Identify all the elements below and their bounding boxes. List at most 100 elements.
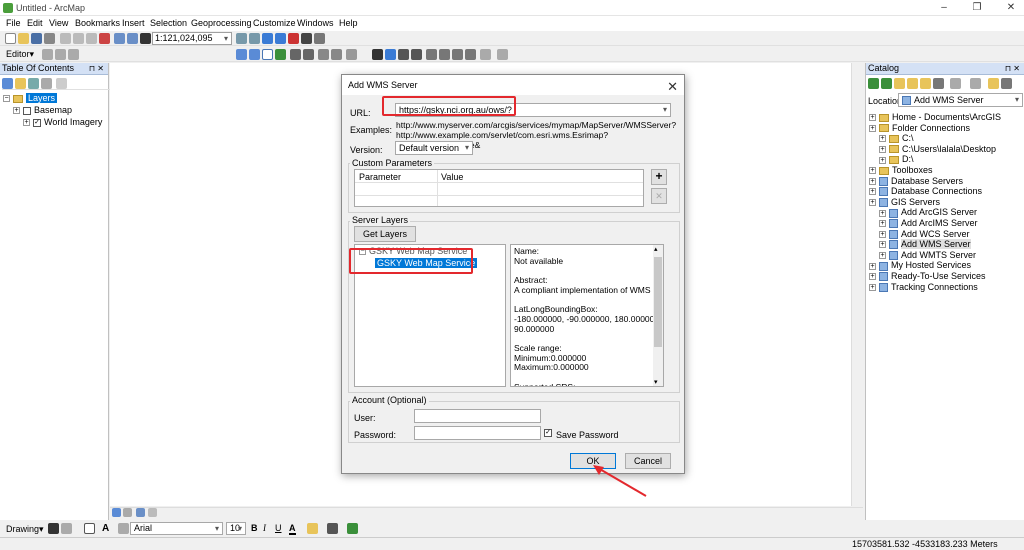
version-combo[interactable]: Default version ▾ (395, 141, 473, 155)
fill-color-icon[interactable] (307, 523, 318, 534)
catalog-tree-icon[interactable] (1001, 78, 1012, 89)
editor-menu[interactable]: Editor▾ (6, 49, 34, 60)
straight-segment-icon[interactable] (68, 49, 79, 60)
expand-icon[interactable]: + (23, 119, 30, 127)
catalog-item[interactable]: + Add ArcGIS Server (879, 207, 977, 218)
forward-extent-icon[interactable] (331, 49, 342, 60)
edit-tool-icon[interactable] (42, 49, 53, 60)
pause-drawing-icon[interactable] (148, 508, 157, 517)
search-window-icon[interactable] (275, 33, 286, 44)
catalog-item[interactable]: + Add WMTS Server (879, 250, 976, 261)
catalog-item[interactable]: + C:\Users\lalala\Desktop (879, 144, 996, 155)
toc-options-icon[interactable] (56, 78, 67, 89)
remove-parameter-icon[interactable]: ✕ (651, 188, 667, 204)
expand-icon[interactable]: + (869, 114, 876, 122)
scroll-down-icon[interactable]: ▾ (654, 378, 658, 386)
map-horizontal-scrollbar[interactable] (110, 507, 863, 519)
save-password-checkbox[interactable]: ✓ (544, 429, 552, 437)
catalog-item[interactable]: + Ready-To-Use Services (869, 271, 986, 282)
delete-icon[interactable] (99, 33, 110, 44)
data-view-icon[interactable] (112, 508, 121, 517)
underline-icon[interactable]: U (275, 523, 282, 533)
visibility-checkbox[interactable]: ✓ (33, 118, 41, 127)
catalog-item[interactable]: + My Hosted Services (869, 260, 971, 271)
find-icon[interactable] (426, 49, 437, 60)
map-scale-combo[interactable]: 1:121,024,095 ▾ (152, 32, 232, 45)
expand-icon[interactable]: + (869, 188, 876, 196)
disconnect-folder-icon[interactable] (920, 78, 931, 89)
list-by-source-icon[interactable] (15, 78, 26, 89)
open-icon[interactable] (18, 33, 29, 44)
catalog-item[interactable]: + D:\ (879, 154, 914, 165)
select-elements-icon[interactable] (48, 523, 59, 534)
catalog-item[interactable]: + Home - Documents\ArcGIS (869, 112, 1001, 123)
toc-window-icon[interactable] (249, 33, 260, 44)
bold-icon[interactable]: B (251, 523, 258, 533)
expand-icon[interactable]: + (879, 241, 886, 249)
expand-icon[interactable]: + (869, 283, 876, 291)
pin-icon[interactable]: ⊓ ✕ (89, 63, 104, 74)
menu-edit[interactable]: Edit (27, 18, 43, 28)
time-slider-icon[interactable] (465, 49, 476, 60)
goto-xy-icon[interactable] (452, 49, 463, 60)
custom-parameters-table[interactable]: Parameter Value (354, 169, 644, 207)
select-features-icon[interactable] (346, 49, 357, 60)
pin-icon[interactable]: ⊓ ✕ (1005, 63, 1020, 74)
collapse-icon[interactable]: − (3, 95, 10, 103)
full-extent-icon[interactable] (275, 49, 286, 60)
catalog-item[interactable]: + Database Servers (869, 176, 963, 187)
scrollbar-thumb[interactable] (654, 257, 662, 347)
menu-customize[interactable]: Customize (253, 18, 296, 28)
expand-icon[interactable]: + (869, 198, 876, 206)
folder-icon[interactable] (988, 78, 999, 89)
expand-icon[interactable]: + (869, 262, 876, 270)
close-icon[interactable]: ✕ (1005, 2, 1017, 14)
expand-icon[interactable]: + (879, 209, 886, 217)
model-builder-icon[interactable] (314, 33, 325, 44)
menu-file[interactable]: File (6, 18, 21, 28)
identify-icon[interactable] (385, 49, 396, 60)
marker-color-icon[interactable] (347, 523, 358, 534)
copy-icon[interactable] (73, 33, 84, 44)
catalog-item[interactable]: + Add WCS Server (879, 229, 970, 240)
pan-icon[interactable] (262, 49, 273, 60)
toc-item-basemap[interactable]: + Basemap (13, 105, 72, 116)
drawing-menu[interactable]: Drawing▾ (6, 524, 44, 535)
create-viewer-icon[interactable] (480, 49, 491, 60)
visibility-checkbox[interactable] (23, 106, 31, 115)
views-icon[interactable] (950, 78, 961, 89)
expand-icon[interactable]: + (879, 156, 886, 164)
list-by-drawing-order-icon[interactable] (2, 78, 13, 89)
catalog-item[interactable]: + Toolboxes (869, 165, 933, 176)
font-color-icon[interactable]: A (289, 523, 296, 535)
back-icon[interactable] (868, 78, 879, 89)
connect-folder-icon[interactable] (907, 78, 918, 89)
list-by-visibility-icon[interactable] (28, 78, 39, 89)
expand-icon[interactable]: + (879, 220, 886, 228)
arctoolbox-icon[interactable] (288, 33, 299, 44)
catalog-item[interactable]: + Add WMS Server (879, 239, 971, 250)
layout-view-icon[interactable] (123, 508, 132, 517)
expand-icon[interactable]: + (869, 167, 876, 175)
toc-item-layers[interactable]: − Layers (3, 93, 58, 104)
font-combo[interactable]: Arial ▾ (130, 522, 223, 535)
fixed-zoom-out-icon[interactable] (303, 49, 314, 60)
new-document-icon[interactable] (5, 33, 16, 44)
undo-icon[interactable] (114, 33, 125, 44)
info-scrollbar[interactable]: ▴ ▾ (653, 245, 663, 386)
expand-icon[interactable]: + (869, 273, 876, 281)
rectangle-icon[interactable] (84, 523, 95, 534)
menu-selection[interactable]: Selection (150, 18, 187, 28)
menu-windows[interactable]: Windows (297, 18, 334, 28)
editor-toolbar-icon[interactable] (236, 33, 247, 44)
save-icon[interactable] (31, 33, 42, 44)
options-icon[interactable] (970, 78, 981, 89)
select-elements-icon[interactable] (372, 49, 383, 60)
catalog-item[interactable]: + C:\ (879, 133, 914, 144)
expand-icon[interactable]: + (869, 124, 876, 132)
password-input[interactable] (414, 426, 541, 440)
expand-icon[interactable]: + (869, 177, 876, 185)
map-vertical-scrollbar[interactable] (851, 63, 863, 506)
redo-icon[interactable] (127, 33, 138, 44)
zoom-out-icon[interactable] (249, 49, 260, 60)
